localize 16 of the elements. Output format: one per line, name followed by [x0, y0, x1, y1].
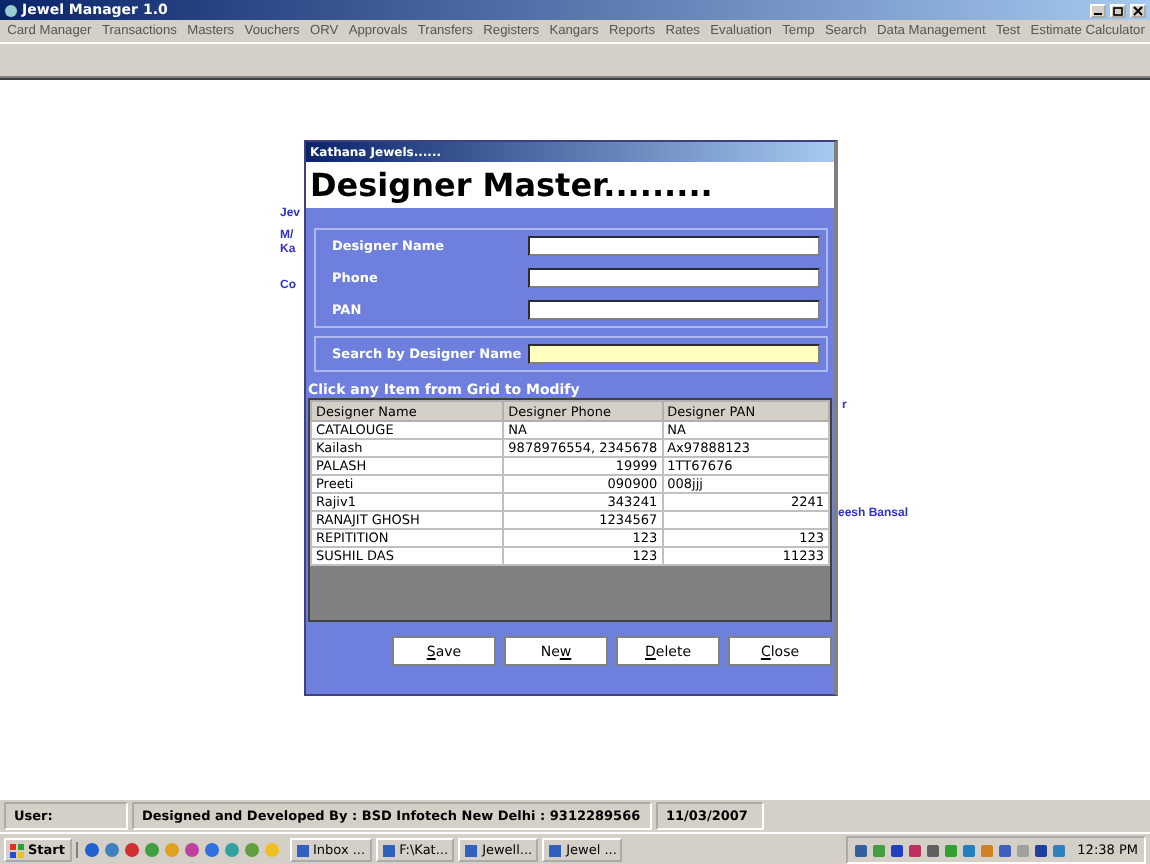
- close-button[interactable]: [1130, 3, 1146, 17]
- window-icon: [295, 843, 309, 857]
- window-icon: [464, 843, 479, 857]
- input-field[interactable]: [528, 268, 820, 288]
- minimize-button[interactable]: [1090, 3, 1106, 17]
- restore-button[interactable]: [1110, 3, 1126, 17]
- input-field[interactable]: [528, 236, 820, 256]
- window-icon: [381, 843, 396, 857]
- restore-icon: [1112, 5, 1124, 15]
- windows-logo-icon: [10, 843, 24, 857]
- app-icon: [4, 3, 18, 17]
- input-field[interactable]: [528, 300, 820, 320]
- window-icon: [548, 843, 563, 857]
- close-icon: [1132, 5, 1144, 15]
- search-field[interactable]: [528, 344, 820, 364]
- dialog-heading: Designer Master.........: [306, 162, 834, 208]
